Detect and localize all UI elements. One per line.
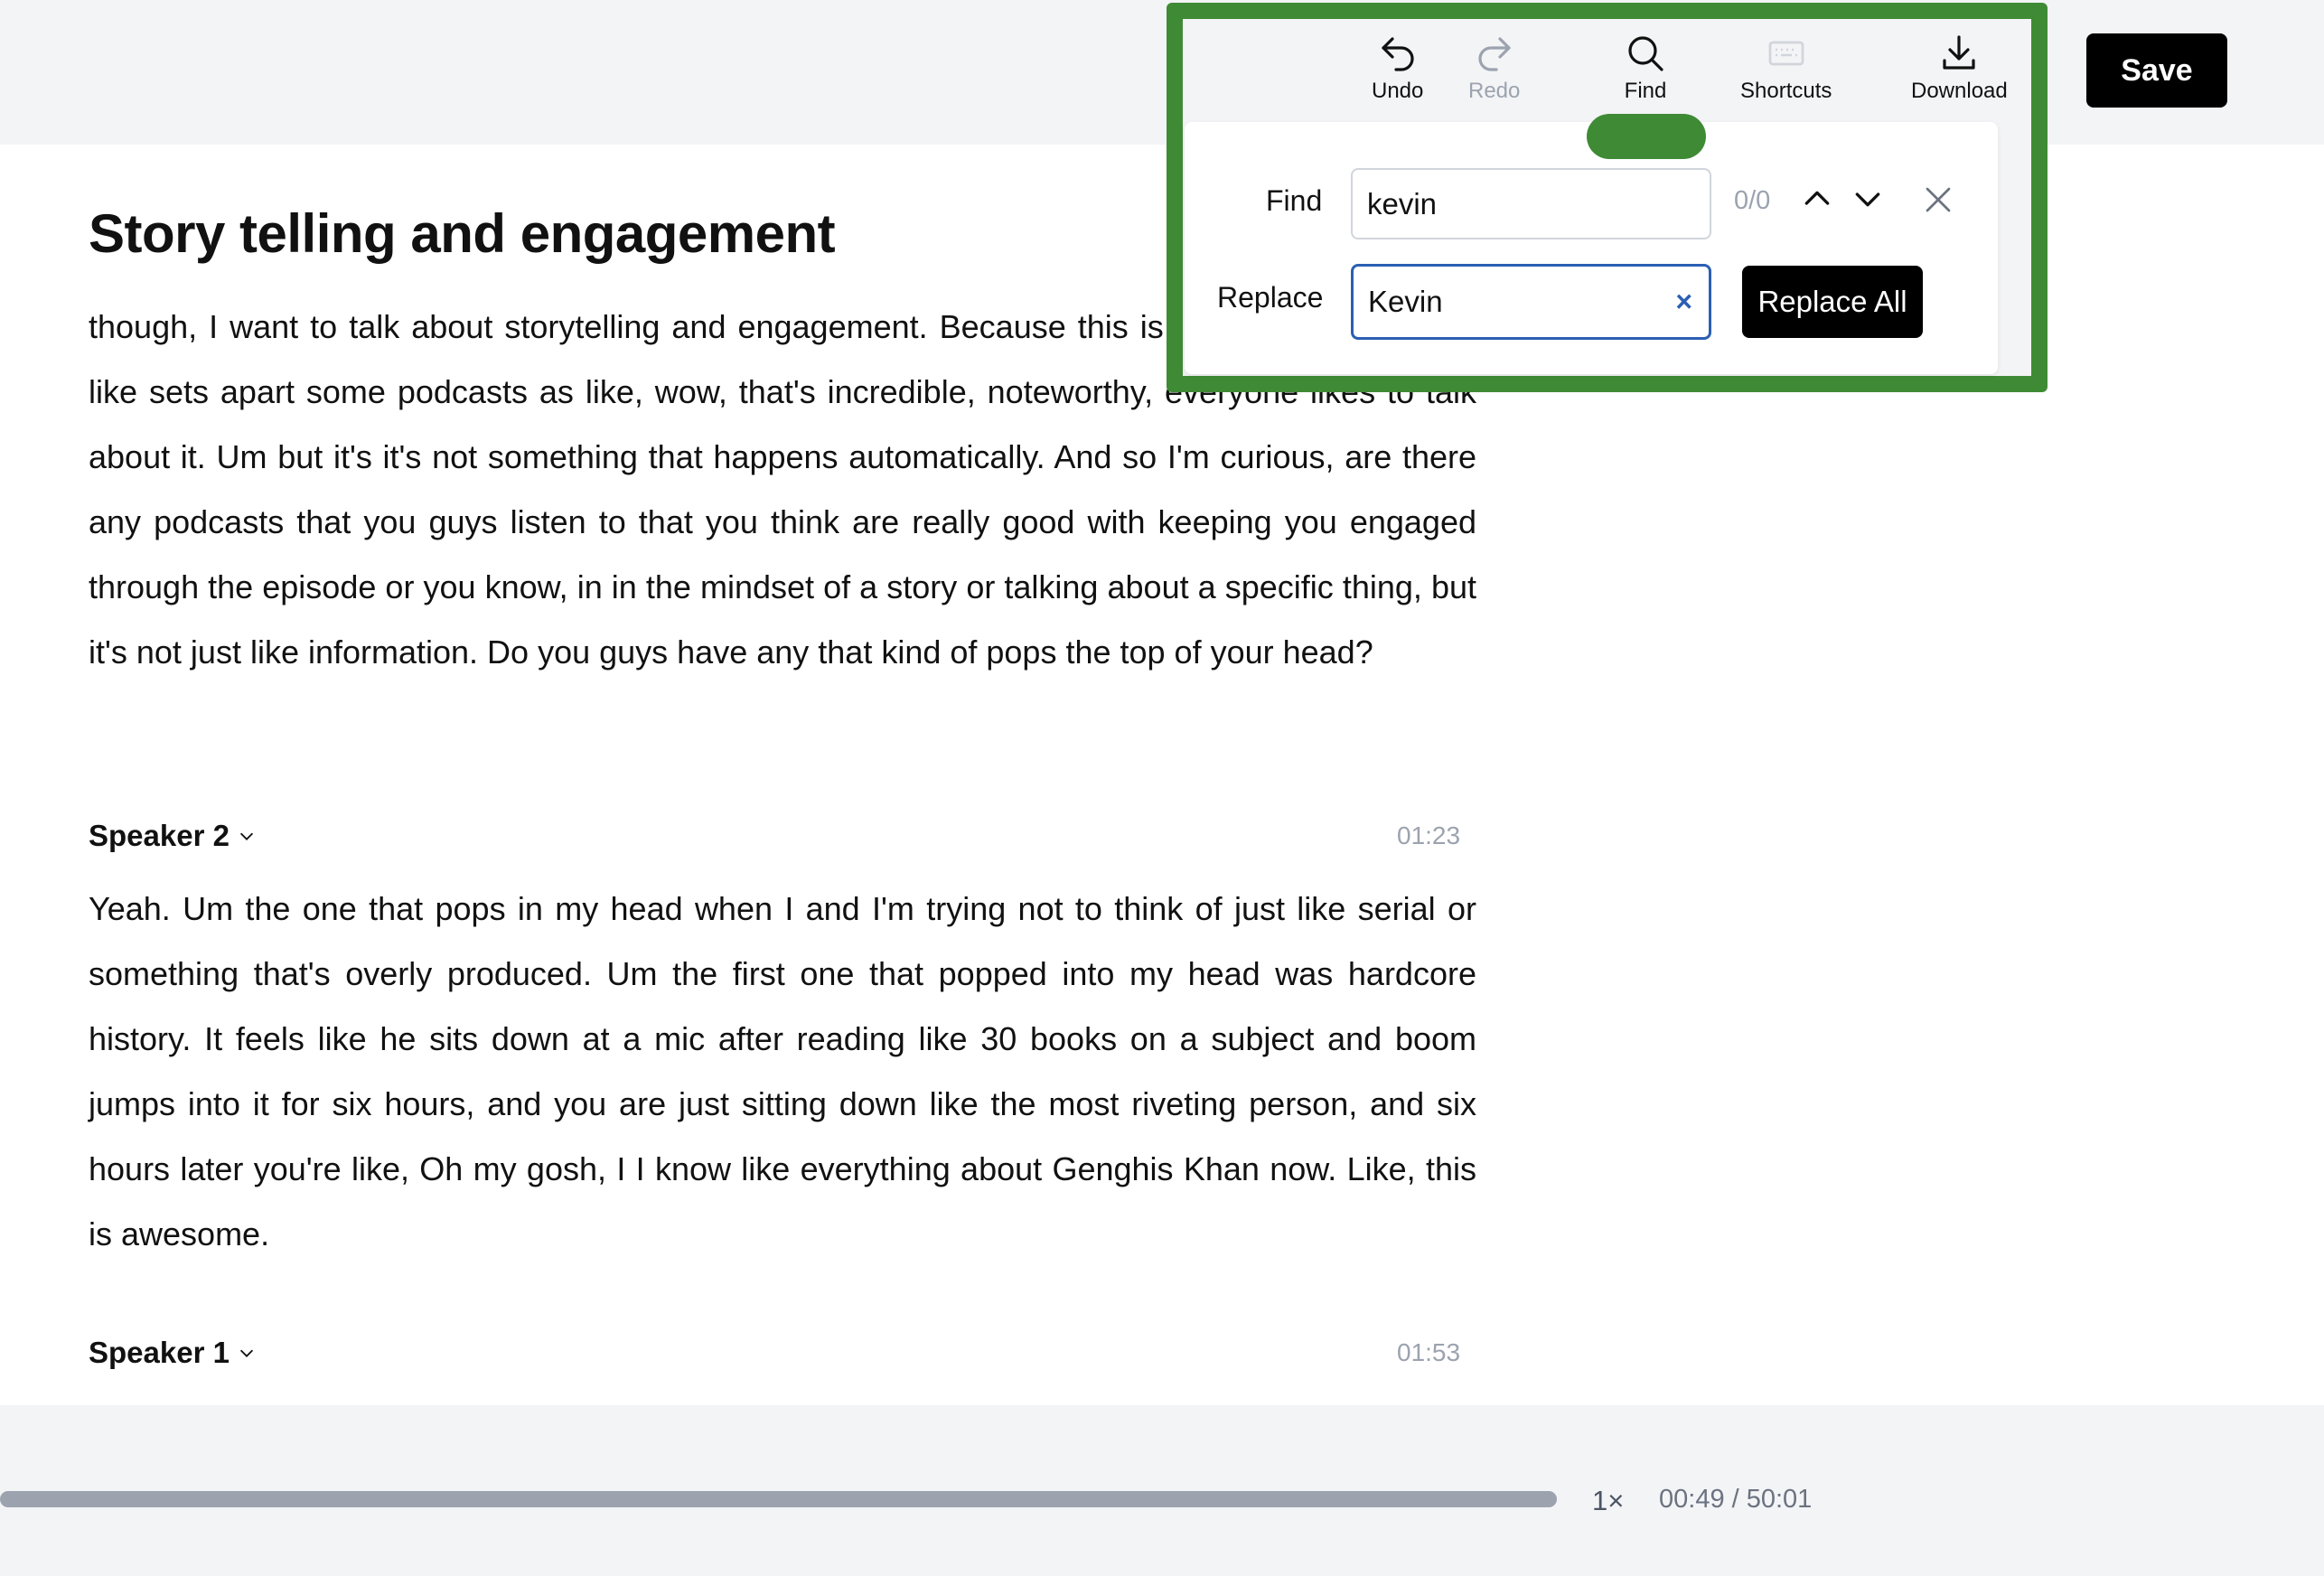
chevron-down-icon[interactable] (1850, 181, 1886, 217)
find-input-value: kevin (1367, 186, 1438, 220)
undo-button[interactable]: Undo (1372, 32, 1423, 104)
find-button[interactable]: Find (1624, 32, 1667, 104)
speaker-selector[interactable]: Speaker 1 (89, 1336, 257, 1370)
speaker-name: Speaker 1 (89, 1336, 230, 1369)
shortcuts-button[interactable]: Shortcuts (1740, 32, 1832, 104)
download-icon (1943, 35, 1975, 70)
playback-time: 00:49 / 50:01 (1659, 1485, 1813, 1514)
undo-label: Undo (1372, 79, 1424, 103)
redo-button[interactable]: Redo (1468, 32, 1520, 104)
close-icon[interactable] (1922, 183, 1954, 216)
segment-timestamp[interactable]: 01:23 (1397, 821, 1460, 850)
undo-icon (1382, 37, 1414, 71)
transcript-paragraph[interactable]: Yeah. Um the one that pops in my head wh… (89, 877, 1476, 1267)
shortcuts-label: Shortcuts (1740, 79, 1832, 103)
playback-progress-track[interactable] (0, 1491, 1557, 1507)
find-label: Find (1624, 79, 1667, 103)
chevron-down-icon (239, 832, 254, 840)
keyboard-icon (1768, 41, 1804, 66)
speaker-name: Speaker 2 (89, 819, 230, 852)
redo-icon (1478, 37, 1511, 71)
find-field-label: Find (1266, 184, 1323, 217)
replace-input[interactable]: Kevin × (1351, 264, 1711, 340)
replace-field-label: Replace (1217, 281, 1324, 314)
chevron-up-icon[interactable] (1799, 181, 1835, 217)
active-tool-indicator (1587, 114, 1706, 159)
redo-label: Redo (1468, 79, 1521, 103)
download-label: Download (1911, 79, 2008, 103)
speaker-selector[interactable]: Speaker 2 (89, 819, 257, 853)
find-input[interactable]: kevin (1351, 168, 1711, 239)
replace-input-value: Kevin (1368, 285, 1443, 318)
search-icon (1628, 36, 1663, 71)
clear-icon[interactable]: × (1675, 286, 1692, 319)
segment-timestamp[interactable]: 01:53 (1397, 1338, 1460, 1367)
chevron-down-icon (239, 1349, 254, 1357)
playback-speed-button[interactable]: 1× (1592, 1485, 1624, 1517)
download-button[interactable]: Download (1911, 32, 2008, 104)
save-button[interactable]: Save (2086, 33, 2227, 108)
match-count: 0/0 (1734, 186, 1771, 215)
replace-all-button[interactable]: Replace All (1742, 266, 1923, 338)
page-title: Story telling and engagement (89, 203, 836, 264)
